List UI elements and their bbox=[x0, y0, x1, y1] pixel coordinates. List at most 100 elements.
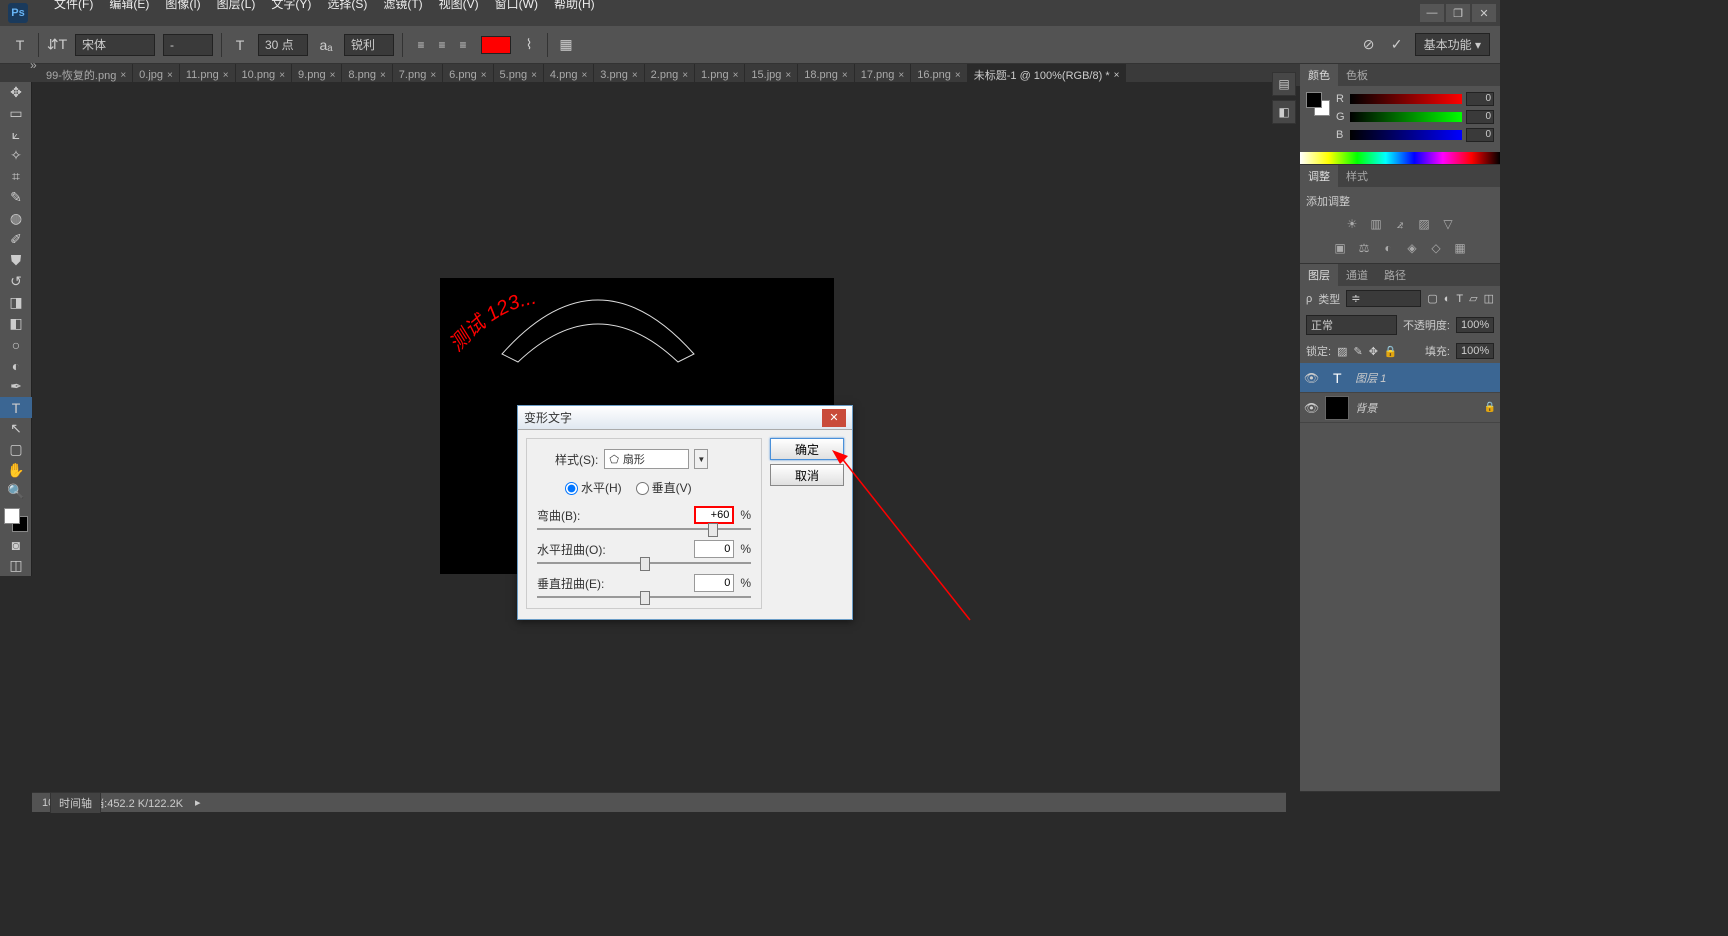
tab-close-icon[interactable]: × bbox=[279, 70, 285, 81]
photo-filter-icon[interactable]: ◈ bbox=[1403, 239, 1421, 257]
workspace-dropdown[interactable]: 基本功能 ▾ bbox=[1415, 33, 1490, 56]
r-value[interactable]: 0 bbox=[1466, 92, 1494, 106]
tab-close-icon[interactable]: × bbox=[842, 70, 848, 81]
curves-icon[interactable]: ⦨ bbox=[1391, 215, 1409, 233]
text-orientation-icon[interactable]: ⇵T bbox=[47, 35, 67, 55]
restore-button[interactable]: ❐ bbox=[1446, 4, 1470, 22]
dodge-tool[interactable]: ◐ bbox=[0, 355, 32, 376]
pen-tool[interactable]: ✒ bbox=[0, 376, 32, 397]
tab-close-icon[interactable]: × bbox=[380, 70, 386, 81]
kind-dropdown[interactable]: ≑ bbox=[1346, 290, 1421, 307]
menu-type[interactable]: 文字(Y) bbox=[263, 0, 319, 15]
cancel-button[interactable]: 取消 bbox=[770, 464, 844, 486]
gradient-tool[interactable]: ◧ bbox=[0, 313, 32, 334]
filter-pixel-icon[interactable]: ▢ bbox=[1427, 292, 1437, 305]
vertical-radio[interactable]: 垂直(V) bbox=[636, 479, 692, 496]
tab-paths[interactable]: 路径 bbox=[1376, 264, 1414, 286]
move-tool[interactable]: ✥ bbox=[0, 82, 32, 103]
tab-close-icon[interactable]: × bbox=[330, 70, 336, 81]
exposure-icon[interactable]: ▨ bbox=[1415, 215, 1433, 233]
tabs-overflow-icon[interactable]: » bbox=[30, 58, 37, 72]
history-brush-tool[interactable]: ↺ bbox=[0, 271, 32, 292]
visibility-icon[interactable]: 👁 bbox=[1304, 401, 1319, 415]
font-family-dropdown[interactable]: 宋体 bbox=[75, 34, 155, 56]
color-spectrum[interactable] bbox=[1300, 152, 1500, 164]
bend-input[interactable] bbox=[694, 506, 734, 524]
crop-tool[interactable]: ⌗ bbox=[0, 166, 32, 187]
menu-filter[interactable]: 滤镜(T) bbox=[375, 0, 430, 15]
tab-color[interactable]: 颜色 bbox=[1300, 64, 1338, 86]
tab-close-icon[interactable]: × bbox=[120, 70, 126, 81]
dialog-close-button[interactable]: ✕ bbox=[822, 409, 846, 427]
r-slider[interactable] bbox=[1350, 94, 1462, 104]
screen-mode-icon[interactable]: ◫ bbox=[0, 555, 32, 576]
balance-icon[interactable]: ⚖ bbox=[1355, 239, 1373, 257]
tab-close-icon[interactable]: × bbox=[481, 70, 487, 81]
tab-close-icon[interactable]: × bbox=[581, 70, 587, 81]
text-tool[interactable]: T bbox=[0, 397, 32, 418]
healing-tool[interactable]: ◍ bbox=[0, 208, 32, 229]
lock-all-icon[interactable]: 🔒 bbox=[1384, 345, 1398, 358]
warp-text-icon[interactable]: ⌇ bbox=[519, 35, 539, 55]
opacity-input[interactable]: 100% bbox=[1456, 317, 1494, 333]
timeline-tab[interactable]: 时间轴 bbox=[50, 792, 101, 813]
layer-row[interactable]: 👁 背景 🔒 bbox=[1300, 393, 1500, 423]
eraser-tool[interactable]: ◨ bbox=[0, 292, 32, 313]
tab-close-icon[interactable]: × bbox=[1114, 70, 1120, 81]
tab-channels[interactable]: 通道 bbox=[1338, 264, 1376, 286]
hand-tool[interactable]: ✋ bbox=[0, 460, 32, 481]
menu-window[interactable]: 窗口(W) bbox=[487, 0, 546, 15]
menu-edit[interactable]: 编辑(E) bbox=[101, 0, 157, 15]
tab-close-icon[interactable]: × bbox=[733, 70, 739, 81]
vdist-input[interactable] bbox=[694, 574, 734, 592]
quick-mask-icon[interactable]: ◙ bbox=[0, 534, 32, 555]
tab-styles[interactable]: 样式 bbox=[1338, 165, 1376, 187]
clone-tool[interactable]: ⛊ bbox=[0, 250, 32, 271]
lasso-tool[interactable]: ⟀ bbox=[0, 124, 32, 145]
menu-file[interactable]: 文件(F) bbox=[46, 0, 101, 15]
marquee-tool[interactable]: ▭ bbox=[0, 103, 32, 124]
g-value[interactable]: 0 bbox=[1466, 110, 1494, 124]
bend-slider[interactable] bbox=[537, 528, 751, 530]
menu-layer[interactable]: 图层(L) bbox=[209, 0, 264, 15]
filter-smart-icon[interactable]: ◫ bbox=[1484, 292, 1494, 305]
align-left-icon[interactable]: ≡ bbox=[411, 35, 431, 55]
menu-image[interactable]: 图像(I) bbox=[157, 0, 208, 15]
menu-view[interactable]: 视图(V) bbox=[431, 0, 487, 15]
g-slider[interactable] bbox=[1350, 112, 1462, 122]
layer-name[interactable]: 背景 bbox=[1355, 400, 1477, 416]
blend-mode-dropdown[interactable]: 正常 bbox=[1306, 315, 1397, 335]
filter-type-icon[interactable]: T bbox=[1456, 293, 1463, 305]
tab-close-icon[interactable]: × bbox=[223, 70, 229, 81]
bw-icon[interactable]: ◐ bbox=[1379, 239, 1397, 257]
mixer-icon[interactable]: ◇ bbox=[1427, 239, 1445, 257]
lock-transparency-icon[interactable]: ▨ bbox=[1337, 345, 1347, 358]
align-right-icon[interactable]: ≡ bbox=[453, 35, 473, 55]
visibility-icon[interactable]: 👁 bbox=[1304, 371, 1319, 385]
tab-close-icon[interactable]: × bbox=[632, 70, 638, 81]
levels-icon[interactable]: ▥ bbox=[1367, 215, 1385, 233]
horizontal-radio[interactable]: 水平(H) bbox=[565, 479, 622, 496]
panel-color-swatch[interactable] bbox=[1306, 92, 1330, 116]
tab-adjustments[interactable]: 调整 bbox=[1300, 165, 1338, 187]
eyedropper-tool[interactable]: ✎ bbox=[0, 187, 32, 208]
style-dropdown[interactable]: ⬠ 扇形 bbox=[604, 449, 689, 469]
tab-close-icon[interactable]: × bbox=[531, 70, 537, 81]
tab-close-icon[interactable]: × bbox=[167, 70, 173, 81]
tab-swatches[interactable]: 色板 bbox=[1338, 64, 1376, 86]
dialog-title-bar[interactable]: 变形文字 ✕ bbox=[518, 406, 852, 430]
b-slider[interactable] bbox=[1350, 130, 1462, 140]
fill-input[interactable]: 100% bbox=[1456, 343, 1494, 359]
layer-row[interactable]: 👁 T 图层 1 bbox=[1300, 363, 1500, 393]
cancel-icon[interactable]: ⊘ bbox=[1359, 35, 1379, 55]
blur-tool[interactable]: ○ bbox=[0, 334, 32, 355]
filter-shape-icon[interactable]: ▱ bbox=[1469, 292, 1477, 305]
path-select-tool[interactable]: ↖ bbox=[0, 418, 32, 439]
brightness-icon[interactable]: ☀ bbox=[1343, 215, 1361, 233]
menu-select[interactable]: 选择(S) bbox=[319, 0, 375, 15]
lock-pixels-icon[interactable]: ✎ bbox=[1353, 345, 1362, 358]
color-swatches[interactable] bbox=[0, 506, 31, 534]
zoom-tool[interactable]: 🔍 bbox=[0, 481, 32, 502]
lookup-icon[interactable]: ▦ bbox=[1451, 239, 1469, 257]
wand-tool[interactable]: ✧ bbox=[0, 145, 32, 166]
